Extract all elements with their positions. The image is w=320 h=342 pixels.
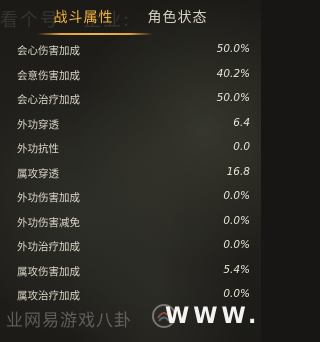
tab-combat-attributes[interactable]: 战斗属性 (54, 7, 114, 27)
stat-value: 16.8 (226, 165, 250, 178)
stat-label: 外功伤害加成 (17, 192, 80, 204)
stat-row: 外功治疗加成 0.0% (0, 232, 261, 257)
stat-label: 属攻伤害加成 (17, 265, 80, 278)
stat-value: 0.0% (223, 288, 250, 300)
stat-value: 40.2% (216, 67, 250, 80)
stat-value: 0.0% (223, 190, 250, 202)
stat-value: 0.0% (223, 214, 250, 227)
stat-label: 属攻穿透 (17, 167, 59, 180)
stat-value: 5.4% (223, 263, 250, 276)
stat-row: 会意伤害加成 40.2% (0, 61, 261, 86)
stat-label: 外功抗性 (17, 143, 59, 155)
active-tab-underline (37, 33, 153, 35)
tab-character-status[interactable]: 角色状态 (148, 7, 208, 27)
stat-value: 0.0 (233, 141, 250, 153)
stat-row: 外功伤害加成 0.0% (0, 183, 261, 208)
stat-label: 外功穿透 (17, 118, 59, 131)
stat-value: 6.4 (233, 116, 250, 129)
stat-row: 属攻伤害加成 5.4% (0, 257, 261, 282)
stat-row: 外功抗性 0.0 (0, 134, 261, 159)
stat-value: 50.0% (216, 92, 250, 104)
stat-row: 属攻治疗加成 0.0% (0, 281, 261, 306)
stat-row: 会心伤害加成 50.0% (0, 36, 261, 61)
stat-row: 会心治疗加成 50.0% (0, 85, 261, 110)
stat-label: 属攻治疗加成 (17, 290, 80, 302)
tab-bar: 战斗属性 角色状态 (0, 0, 261, 34)
stat-value: 0.0% (223, 239, 250, 251)
stat-row: 外功穿透 6.4 (0, 110, 261, 135)
stat-label: 外功伤害减免 (17, 216, 80, 229)
stat-label: 会心伤害加成 (17, 45, 80, 57)
stat-row: 外功伤害减免 0.0% (0, 208, 261, 233)
stat-label: 会心治疗加成 (17, 94, 80, 106)
stat-value: 50.0% (216, 43, 250, 55)
stat-row: 属攻穿透 16.8 (0, 159, 261, 184)
stats-list: 会心伤害加成 50.0% 会意伤害加成 40.2% 会心治疗加成 50.0% 外… (0, 36, 261, 306)
stat-label: 外功治疗加成 (17, 241, 80, 253)
stat-label: 会意伤害加成 (17, 69, 80, 82)
